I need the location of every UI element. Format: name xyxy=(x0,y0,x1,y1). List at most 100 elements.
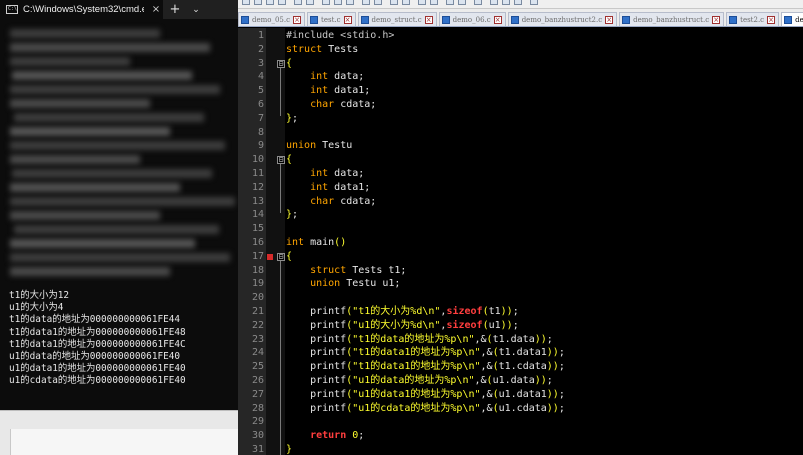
code-line[interactable]: 5 int data1; xyxy=(238,84,803,98)
close-icon[interactable]: × xyxy=(605,15,614,24)
close-icon[interactable]: × xyxy=(424,15,433,24)
copy-icon[interactable] xyxy=(334,0,342,5)
code-line[interactable]: 31} xyxy=(238,443,803,455)
code-text: return 0; xyxy=(286,429,364,443)
code-token: ; xyxy=(292,112,299,124)
code-token: struct xyxy=(310,264,347,276)
cut-icon[interactable] xyxy=(322,0,330,5)
code-line[interactable]: 6 char cdata; xyxy=(238,98,803,112)
code-line[interactable]: 13 char cdata; xyxy=(238,195,803,209)
code-line[interactable]: 16 int main() xyxy=(238,236,803,250)
open-file-icon[interactable] xyxy=(254,0,262,5)
new-file-icon[interactable] xyxy=(242,0,250,5)
code-text: } xyxy=(286,443,292,455)
close-icon[interactable]: × xyxy=(149,4,163,15)
code-text: printf("u1的cdata的地址为%p\n",&(u1.cdata)); xyxy=(286,402,565,416)
code-token: printf xyxy=(286,361,347,373)
code-line[interactable]: 25 printf("t1的data1的地址为%p\n",&(t1.cdata)… xyxy=(238,360,803,374)
file-tab[interactable]: demo_05.c × xyxy=(238,12,306,26)
file-tab-label: demo_06.c xyxy=(452,15,491,24)
line-number: 7 xyxy=(257,112,264,124)
wrap-icon[interactable] xyxy=(458,0,466,5)
save-icon[interactable] xyxy=(266,0,274,5)
code-line[interactable]: 11 int data; xyxy=(238,167,803,181)
code-line[interactable]: 15 xyxy=(238,222,803,236)
code-line[interactable]: 19 union Testu u1; xyxy=(238,277,803,291)
fold-toggle-icon[interactable]: ⊟ xyxy=(277,156,285,165)
close-icon[interactable]: × xyxy=(343,15,352,24)
cmd-window: C:\ C:\Windows\System32\cmd.ex × + ⌄ t1的… xyxy=(0,0,238,455)
code-token: printf xyxy=(286,347,347,359)
file-tab[interactable]: test.c × xyxy=(307,12,356,26)
code-line[interactable]: 10 ⊟{ xyxy=(238,153,803,167)
file-tab[interactable]: demo_06.c × xyxy=(438,12,506,26)
file-tab-label: test2.c xyxy=(740,15,765,24)
close-file-icon[interactable] xyxy=(294,0,302,5)
bookmark-icon[interactable] xyxy=(267,253,273,260)
code-line[interactable]: 8 xyxy=(238,126,803,140)
code-line[interactable]: 2 struct Tests xyxy=(238,43,803,57)
file-tab-label: demo_struct.c xyxy=(371,15,422,24)
file-tab[interactable]: de xyxy=(781,12,803,26)
code-line[interactable]: 4 int data; xyxy=(238,70,803,84)
macro-play-icon[interactable] xyxy=(514,0,522,5)
code-line[interactable]: 30 return 0; xyxy=(238,429,803,443)
code-line[interactable]: 3 ⊟{ xyxy=(238,57,803,71)
paste-icon[interactable] xyxy=(346,0,354,5)
save-all-icon[interactable] xyxy=(278,0,286,5)
fold-toggle-icon[interactable]: ⊟ xyxy=(277,59,285,68)
code-line[interactable]: 18 struct Tests t1; xyxy=(238,264,803,278)
file-tab[interactable]: demo_banzhustruct2.c × xyxy=(507,12,618,26)
code-line[interactable]: 28 printf("u1的cdata的地址为%p\n",&(u1.cdata)… xyxy=(238,402,803,416)
redo-icon[interactable] xyxy=(374,0,382,5)
code-line[interactable]: 14}; xyxy=(238,208,803,222)
zoom-out-icon[interactable] xyxy=(430,0,438,5)
code-line[interactable]: 29 xyxy=(238,415,803,429)
undo-icon[interactable] xyxy=(362,0,370,5)
find-icon[interactable] xyxy=(390,0,398,5)
code-line[interactable]: 26 printf("u1的data的地址为%p\n",&(u1.data)); xyxy=(238,374,803,388)
cmd-output-line: t1的data1的地址为000000000061FE4C xyxy=(9,338,186,350)
cmd-tab[interactable]: C:\ C:\Windows\System32\cmd.ex × xyxy=(0,0,163,19)
code-line[interactable]: 24 printf("t1的data1的地址为%p\n",&(t1.data1)… xyxy=(238,346,803,360)
chevron-down-icon[interactable]: ⌄ xyxy=(187,5,205,15)
new-tab-button[interactable]: + xyxy=(163,2,187,17)
line-number: 17 xyxy=(251,250,264,262)
code-line[interactable]: 7}; xyxy=(238,112,803,126)
file-tab-label: demo_banzhustruct.c xyxy=(633,15,710,24)
code-line[interactable]: 20 xyxy=(238,291,803,305)
replace-icon[interactable] xyxy=(402,0,410,5)
indent-guide-icon[interactable] xyxy=(474,0,482,5)
close-icon[interactable]: × xyxy=(712,15,721,24)
code-text: }; xyxy=(286,208,298,222)
line-number: 9 xyxy=(257,140,264,152)
file-tab[interactable]: demo_struct.c × xyxy=(357,12,437,26)
code-line[interactable]: 9 union Testu xyxy=(238,139,803,153)
file-tab[interactable]: demo_banzhustruct.c × xyxy=(619,12,725,26)
code-token: int xyxy=(310,85,329,97)
macro-record-icon[interactable] xyxy=(490,0,498,5)
close-icon[interactable]: × xyxy=(293,15,302,24)
code-area[interactable]: 1 #include <stdio.h> 2 struct Tests 3 ⊟{4 int… xyxy=(238,28,803,455)
code-line[interactable]: 21 printf("t1的大小为%d\n",sizeof(t1)); xyxy=(238,305,803,319)
fold-toggle-icon[interactable]: ⊟ xyxy=(277,252,285,261)
close-icon[interactable]: × xyxy=(767,15,776,24)
print-icon[interactable] xyxy=(306,0,314,5)
code-line[interactable]: 12 int data1; xyxy=(238,181,803,195)
file-tab-label: demo_05.c xyxy=(252,15,291,24)
zoom-in-icon[interactable] xyxy=(418,0,426,5)
close-icon[interactable]: × xyxy=(493,15,502,24)
code-token: printf xyxy=(286,319,347,331)
code-line[interactable]: 27 printf("u1的data1的地址为%p\n",&(u1.data1)… xyxy=(238,388,803,402)
code-token: int xyxy=(310,168,329,179)
file-tab-label: demo_banzhustruct2.c xyxy=(521,15,603,24)
code-line[interactable]: 1 #include <stdio.h> xyxy=(238,29,803,43)
code-line[interactable]: 17 ⊟{ xyxy=(238,250,803,264)
code-line[interactable]: 22 printf("u1的大小为%d\n",sizeof(u1)); xyxy=(238,319,803,333)
sync-scroll-icon[interactable] xyxy=(446,0,454,5)
macro-stop-icon[interactable] xyxy=(502,0,510,5)
run-icon[interactable] xyxy=(530,0,538,5)
code-line[interactable]: 23 printf("t1的data的地址为%p\n",&(t1.data)); xyxy=(238,333,803,347)
file-tab[interactable]: test2.c × xyxy=(726,12,780,26)
